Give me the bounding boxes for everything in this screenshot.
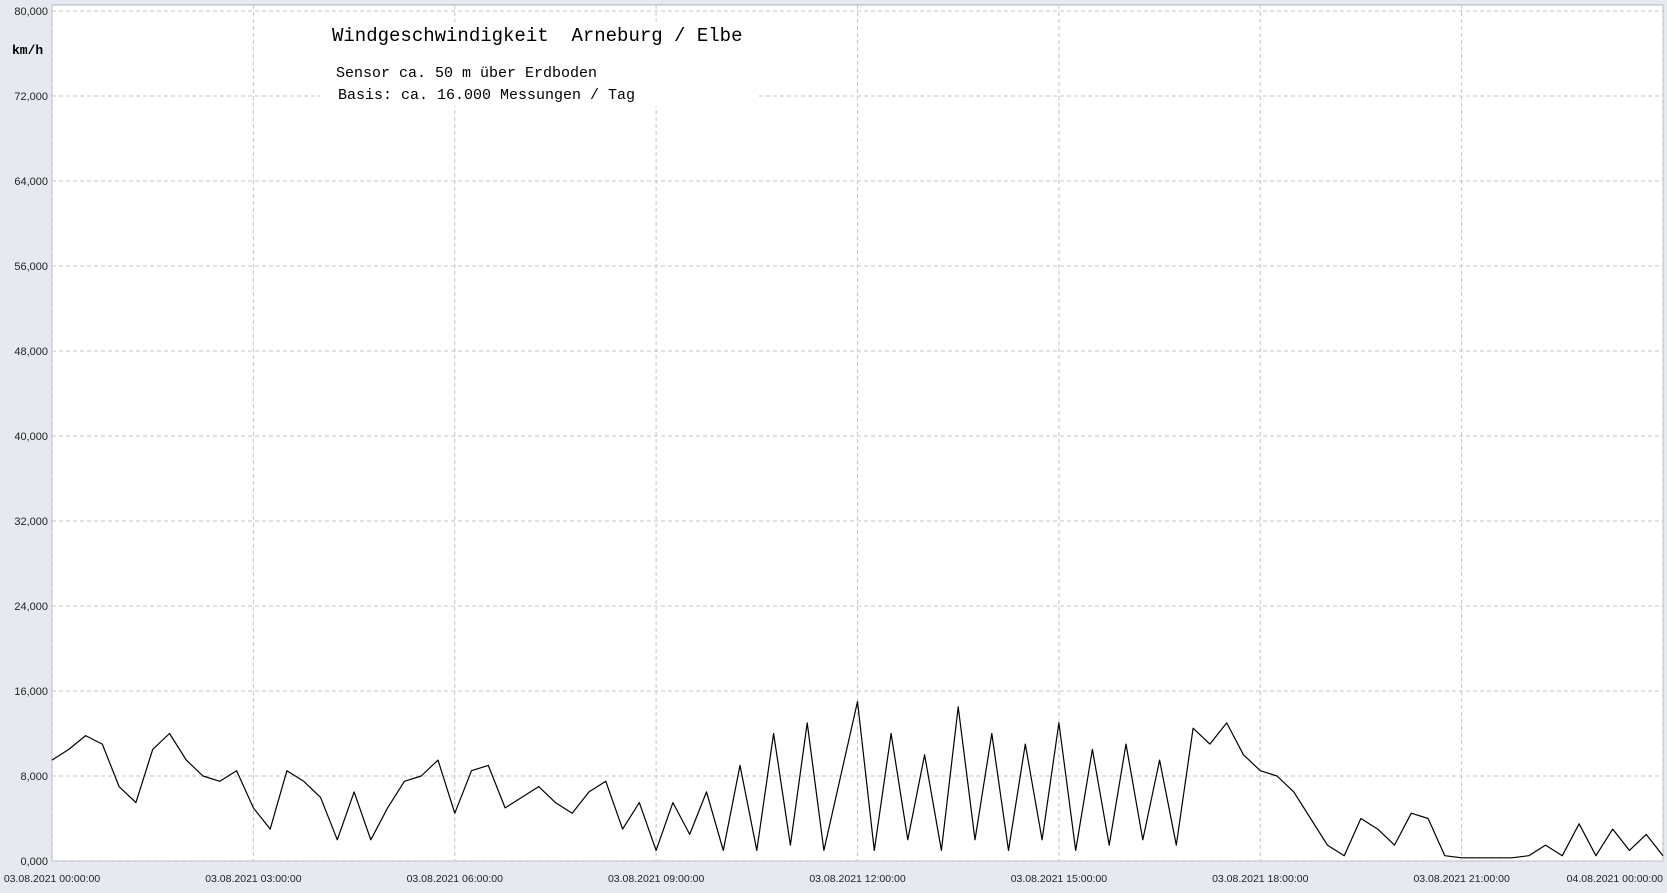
y-tick-label: 56,000 xyxy=(14,261,48,273)
y-tick-label: 72,000 xyxy=(14,91,48,103)
x-axis-ticks: 03.08.2021 00:00:00 03.08.2021 03:00:00 03… xyxy=(4,873,1663,885)
y-tick-label: 24,000 xyxy=(14,601,48,613)
x-tick-label: 03.08.2021 03:00:00 xyxy=(205,873,302,885)
y-tick-label: 64,000 xyxy=(14,176,48,188)
y-axis-label: km/h xyxy=(12,43,43,58)
chart-subtitle-sensor: Sensor ca. 50 m über Erdboden xyxy=(336,65,597,82)
y-tick-label: 48,000 xyxy=(14,346,48,358)
x-tick-label: 03.08.2021 09:00:00 xyxy=(608,873,705,885)
y-tick-label: 16,000 xyxy=(14,686,48,698)
x-tick-label: 03.08.2021 21:00:00 xyxy=(1413,873,1510,885)
x-tick-label: 03.08.2021 00:00:00 xyxy=(4,873,101,885)
y-tick-label: 0,000 xyxy=(20,856,48,868)
x-tick-label: 03.08.2021 18:00:00 xyxy=(1212,873,1309,885)
x-tick-label: 03.08.2021 06:00:00 xyxy=(407,873,504,885)
y-tick-label: 80,000 xyxy=(14,6,48,18)
x-tick-label: 03.08.2021 12:00:00 xyxy=(809,873,906,885)
x-tick-label: 03.08.2021 15:00:00 xyxy=(1011,873,1108,885)
y-tick-label: 8,000 xyxy=(20,771,48,783)
chart-title: Windgeschwindigkeit Arneburg / Elbe xyxy=(332,25,742,47)
x-tick-label: 04.08.2021 00:00:00 xyxy=(1567,873,1664,885)
y-tick-label: 32,000 xyxy=(14,516,48,528)
wind-speed-chart: 0,000 8,000 16,000 24,000 32,000 40,000 48,000… xyxy=(4,4,1664,885)
y-axis-ticks: 0,000 8,000 16,000 24,000 32,000 40,000 48,000… xyxy=(14,6,48,868)
y-tick-label: 40,000 xyxy=(14,431,48,443)
chart-subtitle-basis: Basis: ca. 16.000 Messungen / Tag xyxy=(338,87,635,104)
